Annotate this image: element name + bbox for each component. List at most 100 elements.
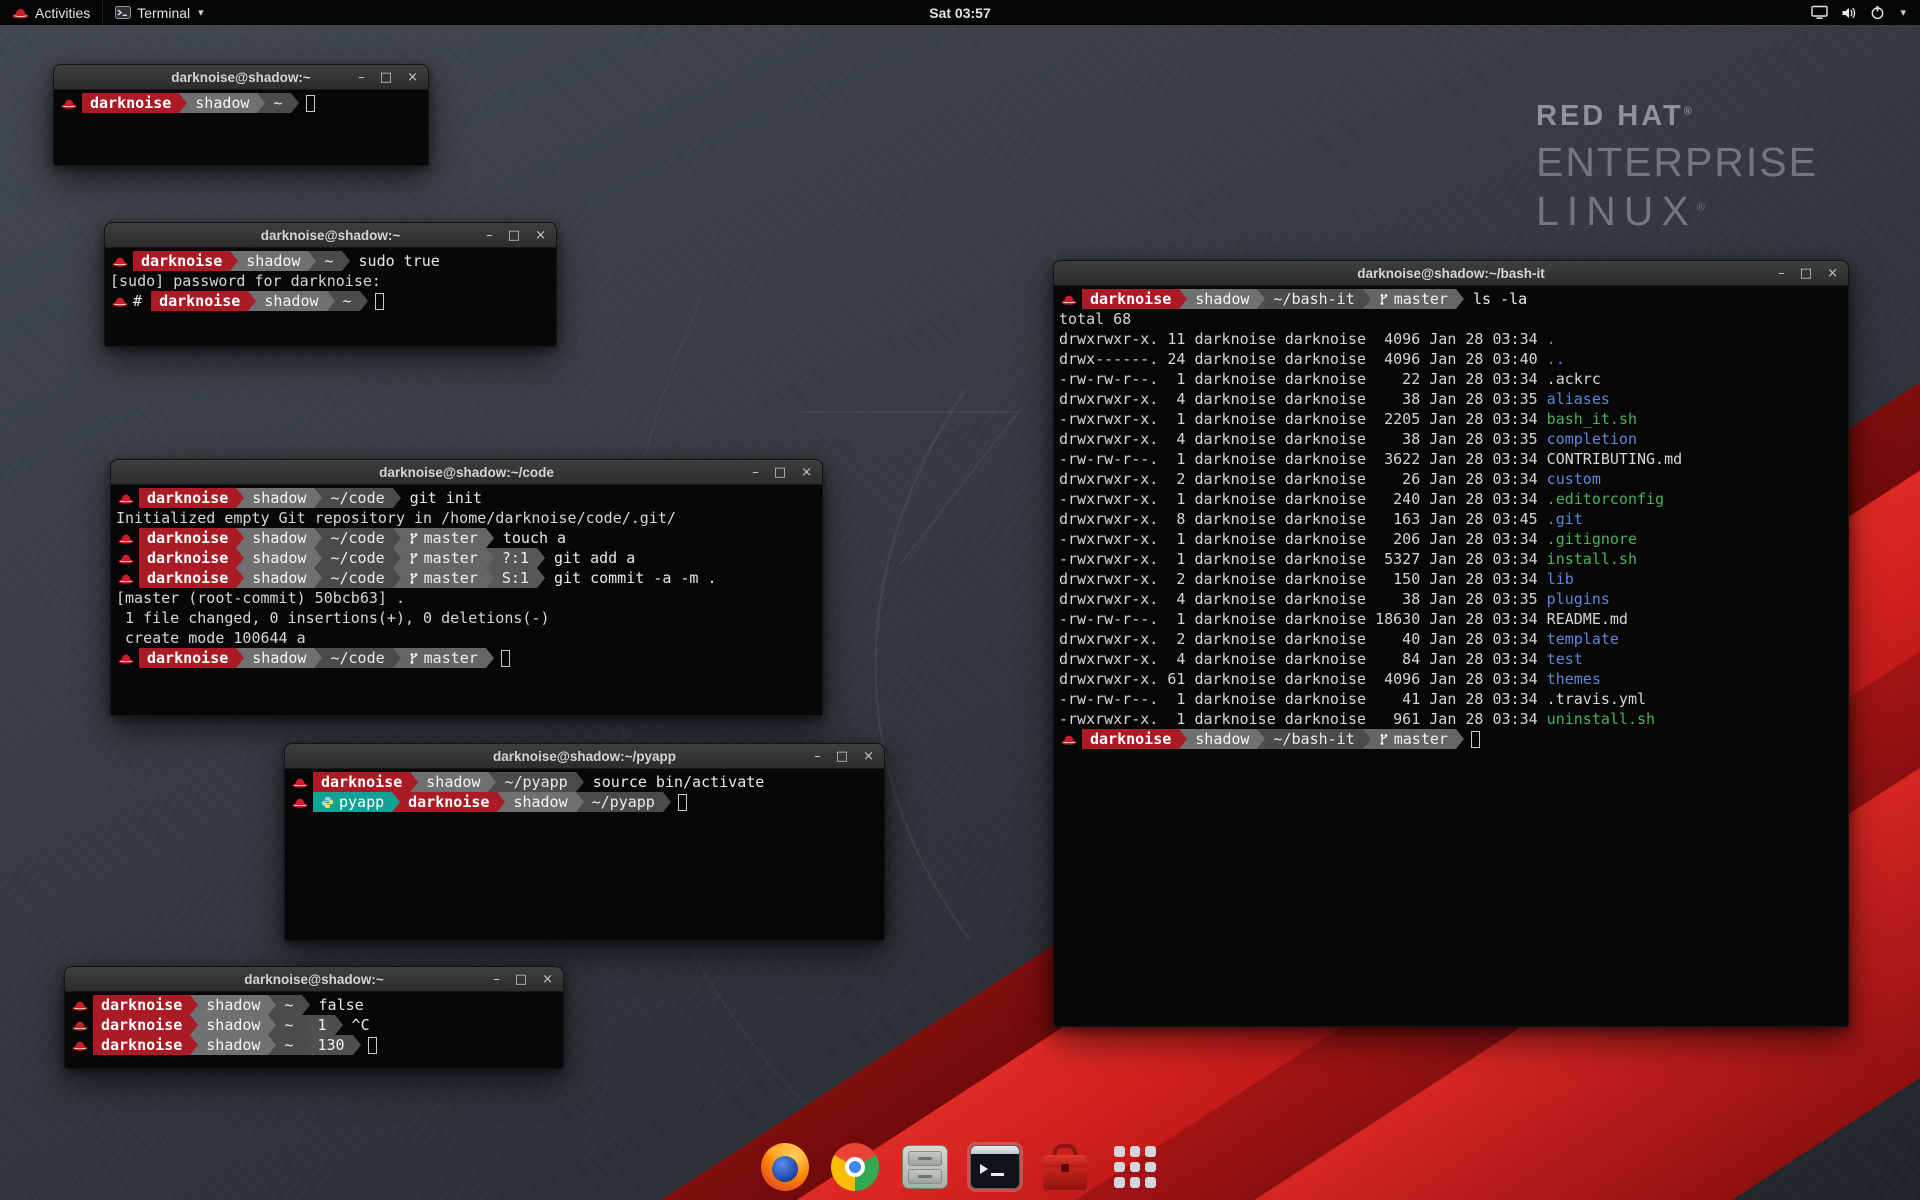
powerline-arrow-icon (314, 528, 322, 548)
powerline-arrow-icon (1257, 729, 1265, 749)
powerline-arrow-icon (302, 1035, 310, 1055)
minimize-button[interactable]: – (358, 71, 365, 84)
prompt-segment-git: master (401, 648, 486, 668)
prompt-segment-err: 130 (310, 1035, 353, 1055)
terminal-content[interactable]: darknoiseshadow~ (54, 90, 428, 165)
terminal-text: . (1547, 329, 1556, 349)
maximize-button[interactable]: □ (1800, 267, 1812, 280)
terminal-line: darknoiseshadow~/pyapp source bin/activa… (290, 772, 879, 792)
powerline-arrow-icon (236, 488, 244, 508)
window-titlebar[interactable]: darknoise@shadow:~–□× (54, 65, 428, 90)
powerline-arrow-icon (537, 548, 545, 568)
dock-firefox-icon[interactable] (756, 1138, 814, 1196)
terminal-line: darknoiseshadow~/codemaster touch a (116, 528, 817, 548)
close-button[interactable]: × (407, 71, 418, 84)
dock-toolbox-icon[interactable] (1036, 1138, 1094, 1196)
powerline-arrow-icon (302, 995, 310, 1015)
powerline-arrow-icon (314, 548, 322, 568)
prompt-segment-path: ~/bash-it (1265, 289, 1362, 309)
activities-label: Activities (35, 5, 90, 21)
desktop: RED HAT® ENTERPRISE LINUX® darknoise@sha… (0, 0, 1920, 1200)
window-titlebar[interactable]: darknoise@shadow:~/code–□× (111, 460, 822, 485)
dock-terminal-icon[interactable] (966, 1138, 1024, 1196)
powerline-arrow-icon (576, 792, 584, 812)
minimize-button[interactable]: – (814, 750, 821, 763)
terminal-text: sudo true (350, 251, 440, 271)
terminal-text: drwxrwxr-x. 8 darknoise darknoise 163 Ja… (1059, 509, 1547, 529)
minimize-button[interactable]: – (493, 973, 500, 986)
system-status-area[interactable]: ▾ (1797, 0, 1920, 25)
terminal-line: -rw-rw-r--. 1 darknoise darknoise 3622 J… (1059, 449, 1843, 469)
maximize-button[interactable]: □ (380, 71, 392, 84)
prompt-segment-path: ~/code (322, 528, 392, 548)
window-titlebar[interactable]: darknoise@shadow:~ – □ × (65, 967, 563, 992)
prompt-segment-user: darknoise (133, 251, 230, 271)
terminal-window-code: darknoise@shadow:~/code–□×darknoiseshado… (110, 459, 823, 716)
chevron-down-icon: ▾ (198, 6, 204, 19)
window-title: darknoise@shadow:~ (244, 972, 384, 987)
terminal-text: template (1547, 629, 1619, 649)
terminal-line: drwxrwxr-x. 4 darknoise darknoise 38 Jan… (1059, 429, 1843, 449)
minimize-button[interactable]: – (486, 229, 493, 242)
maximize-button[interactable]: □ (515, 973, 527, 986)
terminal-line: darknoiseshadow~/codemasterS:1 git commi… (116, 568, 817, 588)
powerline-arrow-icon (486, 648, 494, 668)
close-button[interactable]: × (1827, 267, 1838, 280)
powerline-arrow-icon (486, 548, 494, 568)
terminal-text: uninstall.sh (1547, 709, 1655, 729)
terminal-line: [sudo] password for darknoise: (110, 271, 551, 291)
powerline-arrow-icon (308, 251, 316, 271)
powerline-arrow-icon (353, 1035, 361, 1055)
prompt-segment-stat: S:1 (494, 568, 537, 588)
redhat-icon (118, 533, 134, 544)
prompt-segment-user: darknoise (139, 488, 236, 508)
terminal-content[interactable]: darknoiseshadow~ sudo true[sudo] passwor… (105, 248, 556, 346)
close-button[interactable]: × (535, 229, 546, 242)
powerline-arrow-icon (1179, 289, 1187, 309)
terminal-window-home-1: darknoise@shadow:~–□×darknoiseshadow~ (53, 64, 429, 166)
terminal-text: -rwxrwxr-x. 1 darknoise darknoise 240 Ja… (1059, 489, 1547, 509)
terminal-content[interactable]: darknoiseshadow~/pyapp source bin/activa… (285, 769, 884, 940)
prompt-segment-host: shadow (1187, 289, 1257, 309)
redhat-icon (112, 256, 128, 267)
terminal-text: [sudo] password for darknoise: (110, 271, 381, 291)
powerline-arrow-icon (1363, 729, 1371, 749)
close-button[interactable]: × (801, 466, 812, 479)
terminal-text: drwxrwxr-x. 2 darknoise darknoise 26 Jan… (1059, 469, 1547, 489)
powerline-arrow-icon (410, 772, 418, 792)
terminal-text: README.md (1547, 609, 1628, 629)
window-titlebar[interactable]: darknoise@shadow:~–□× (105, 223, 556, 248)
maximize-button[interactable]: □ (508, 229, 520, 242)
terminal-content[interactable]: darknoiseshadow~ falsedarknoiseshadow~1 … (65, 992, 563, 1068)
maximize-button[interactable]: □ (836, 750, 848, 763)
terminal-text: Initialized empty Git repository in /hom… (116, 508, 676, 528)
terminal-content[interactable]: darknoiseshadow~/code git initInitialize… (111, 485, 822, 715)
window-titlebar[interactable]: darknoise@shadow:~/bash-it – □ × (1054, 261, 1848, 286)
terminal-line: pyappdarknoiseshadow~/pyapp (290, 792, 879, 812)
dock-app-grid-icon[interactable] (1106, 1138, 1164, 1196)
close-button[interactable]: × (863, 750, 874, 763)
window-title: darknoise@shadow:~/bash-it (1357, 266, 1545, 281)
app-menu-terminal[interactable]: Terminal ▾ (103, 0, 215, 25)
prompt-segment-git: master (401, 528, 486, 548)
close-button[interactable]: × (542, 973, 553, 986)
clock[interactable]: Sat 03:57 (929, 5, 990, 21)
minimize-button[interactable]: – (1778, 267, 1785, 280)
terminal-text: # (133, 291, 151, 311)
activities-button[interactable]: Activities (0, 0, 103, 25)
terminal-content[interactable]: darknoiseshadow~/bash-itmaster ls -latot… (1054, 286, 1848, 1026)
terminal-cursor (306, 95, 315, 112)
dock-files-icon[interactable] (896, 1138, 954, 1196)
terminal-line: total 68 (1059, 309, 1843, 329)
terminal-text: .gitignore (1547, 529, 1637, 549)
powerline-arrow-icon (486, 528, 494, 548)
prompt-segment-user: darknoise (313, 772, 410, 792)
redhat-icon (118, 493, 134, 504)
maximize-button[interactable]: □ (774, 466, 786, 479)
window-titlebar[interactable]: darknoise@shadow:~/pyapp–□× (285, 744, 884, 769)
prompt-segment-err: 1 (310, 1015, 335, 1035)
dock-chrome-icon[interactable] (826, 1138, 884, 1196)
git-branch-icon (409, 552, 419, 565)
minimize-button[interactable]: – (752, 466, 759, 479)
terminal-line: drwxrwxr-x. 2 darknoise darknoise 40 Jan… (1059, 629, 1843, 649)
